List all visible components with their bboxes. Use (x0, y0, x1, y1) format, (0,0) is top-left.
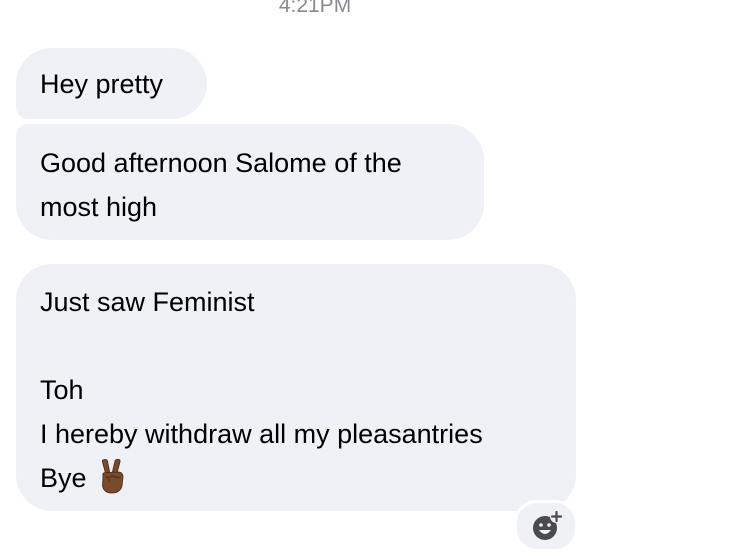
message-text: I hereby withdraw all my pleasantries (40, 419, 483, 449)
message-text: Toh (40, 375, 84, 405)
message-text: Good afternoon Salome of the (40, 148, 402, 178)
message-last-line: Bye (40, 456, 576, 500)
message-text: Hey pretty (40, 69, 164, 99)
message-bubble[interactable]: Just saw Feminist Toh I hereby withdraw … (16, 264, 576, 511)
message-bubble[interactable]: Hey pretty (16, 48, 207, 119)
message-text: most high (40, 192, 158, 222)
victory-hand-emoji-icon (97, 458, 127, 494)
message-text: Just saw Feminist (40, 287, 255, 317)
message-timestamp: 4:21PM (278, 0, 352, 17)
add-reaction-button[interactable] (514, 500, 578, 552)
add-reaction-smiley-icon (533, 510, 563, 540)
message-bubble[interactable]: Good afternoon Salome of the most high (16, 124, 484, 240)
message-text: Bye (40, 463, 87, 493)
